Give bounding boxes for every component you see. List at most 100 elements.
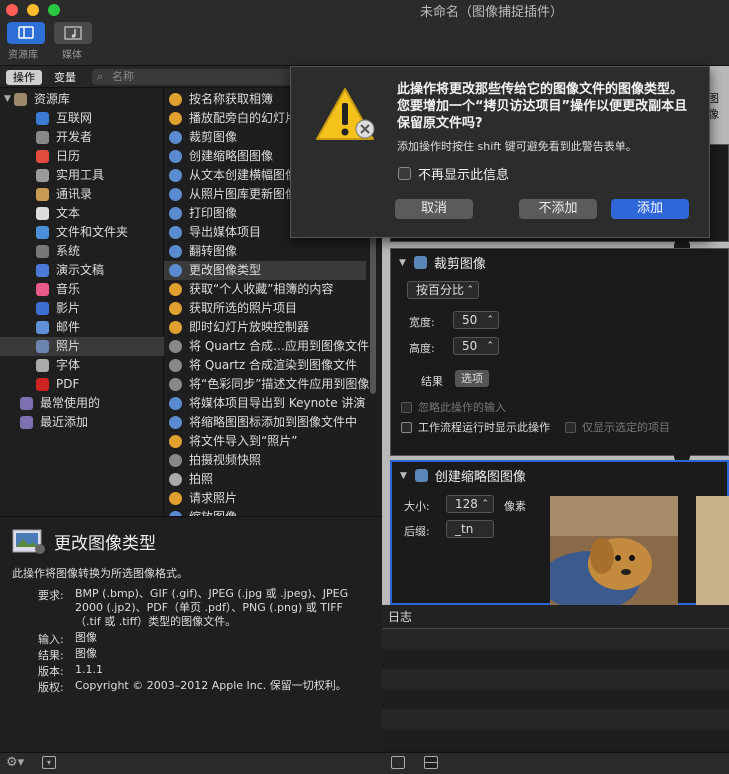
partial-card-text: 图像 — [708, 92, 719, 121]
description-summary: 此操作将图像转换为所选图像格式。 — [12, 567, 188, 580]
crop-image-action[interactable]: ▼ 裁剪图像 按百分比 ⌃ 宽度: 50 ⌃ 高度: 50 ⌃ 结果 选项 忽略此操作… — [390, 248, 729, 456]
toggle-description-icon[interactable]: ▾ — [42, 756, 56, 769]
music-note-icon — [64, 26, 82, 40]
library-toggle-button[interactable] — [7, 22, 45, 44]
show-when-run-checkbox[interactable]: 工作流程运行时显示此操作 — [401, 419, 550, 435]
action-icon — [169, 397, 182, 410]
action-item[interactable]: 将 Quartz 合成渲染到图像文件 — [164, 356, 366, 375]
library-item[interactable]: 文件和文件夹 — [0, 223, 164, 242]
log-row — [382, 649, 729, 669]
options-button[interactable]: 选项 — [455, 370, 489, 387]
library-item[interactable]: 实用工具 — [0, 166, 164, 185]
action-item[interactable]: 缩放图像 — [164, 508, 366, 516]
media-label: 媒体 — [62, 50, 82, 61]
action-icon — [169, 150, 182, 163]
height-stepper[interactable]: 50 ⌃ — [453, 337, 499, 355]
media-button[interactable] — [54, 22, 92, 44]
action-icon — [169, 226, 182, 239]
library-item[interactable]: 文本 — [0, 204, 164, 223]
ignore-input-checkbox[interactable]: 忽略此操作的输入 — [401, 399, 506, 415]
cancel-button[interactable]: 取消 — [395, 199, 473, 219]
crop-image-icon — [413, 256, 427, 269]
action-icon — [169, 454, 182, 467]
log-row — [382, 689, 729, 709]
library-item[interactable]: 系统 — [0, 242, 164, 261]
description-key: 结果: — [38, 649, 64, 662]
log-panel: 日志 — [382, 605, 729, 752]
action-item[interactable]: 将媒体项目导出到 Keynote 讲演 — [164, 394, 366, 413]
create-thumbnail-action[interactable]: ▼ 创建缩略图图像 大小: 128 ⌃ 像素 后缀: _tn — [390, 460, 729, 606]
add-button[interactable]: 添加 — [611, 199, 689, 219]
bottom-bar: ⚙▾ ▾ — [0, 752, 729, 774]
smart-folder-icon — [20, 397, 33, 410]
disclosure-down-icon[interactable]: ▼ — [400, 471, 407, 481]
library-column: ▼ 资源库 互联网 开发者 日历 实用工具 通讯录 文本 文件和文件夹 系统 演示文稿 音乐 影片邮… — [0, 88, 164, 516]
action-item[interactable]: 即时幻灯片放映控制器 — [164, 318, 366, 337]
close-window-button[interactable] — [6, 4, 18, 16]
checkbox-icon — [401, 421, 412, 433]
zoom-window-button[interactable] — [48, 4, 60, 16]
description-key: 版本: — [38, 665, 64, 678]
photos-icon — [36, 340, 49, 353]
dont-show-again-checkbox[interactable]: 不再显示此信息 — [398, 164, 509, 183]
smart-group-most-used[interactable]: 最常使用的 — [20, 394, 100, 413]
log-row — [382, 709, 729, 729]
action-item[interactable]: 将 Quartz 合成…应用到图像文件 — [164, 337, 369, 356]
tab-variables[interactable]: 变量 — [46, 70, 84, 85]
split-view-icon[interactable] — [424, 756, 438, 769]
action-item[interactable]: 拍摄视频快照 — [164, 451, 366, 470]
size-stepper[interactable]: 128 ⌃ — [446, 495, 494, 513]
updown-chevron-icon: ⌃ — [486, 341, 494, 351]
description-title: 更改图像类型 — [54, 534, 156, 554]
crop-mode-select[interactable]: 按百分比 ⌃ — [407, 281, 479, 299]
library-item[interactable]: 日历 — [0, 147, 164, 166]
mail-icon — [36, 321, 49, 334]
warning-icon — [316, 88, 375, 140]
minimize-window-button[interactable] — [27, 4, 39, 16]
action-item[interactable]: 请求照片 — [164, 489, 366, 508]
description-value: 图像 — [75, 631, 97, 644]
library-root[interactable]: ▼ 资源库 — [4, 90, 70, 109]
action-icon — [169, 283, 182, 296]
action-icon — [169, 93, 182, 106]
dont-add-button[interactable]: 不添加 — [519, 199, 597, 219]
library-item[interactable]: 邮件 — [0, 318, 164, 337]
disclosure-down-icon: ▼ — [4, 94, 11, 104]
library-item[interactable]: 字体 — [0, 356, 164, 375]
library-folder-icon — [13, 93, 27, 106]
library-item[interactable]: 开发者 — [0, 128, 164, 147]
action-item[interactable]: 更改图像类型 — [164, 261, 366, 280]
action-item[interactable]: 获取所选的照片项目 — [164, 299, 366, 318]
log-row — [382, 629, 729, 649]
action-item[interactable]: 将“色彩同步”描述文件应用到图像 — [164, 375, 369, 394]
description-panel: 更改图像类型 此操作将图像转换为所选图像格式。 要求: BMP (.bmp)、GI… — [0, 516, 382, 752]
library-item[interactable]: 音乐 — [0, 280, 164, 299]
only-selected-checkbox[interactable]: 仅显示选定的项目 — [565, 419, 670, 435]
music-icon — [36, 283, 49, 296]
suffix-field[interactable]: _tn — [446, 520, 494, 538]
list-view-icon[interactable] — [391, 756, 405, 769]
action-item[interactable]: 翻转图像 — [164, 242, 366, 261]
action-icon — [169, 188, 182, 201]
action-item[interactable]: 拍照 — [164, 470, 366, 489]
library-item[interactable]: 互联网 — [0, 109, 164, 128]
width-stepper[interactable]: 50 ⌃ — [453, 311, 499, 329]
disclosure-down-icon[interactable]: ▼ — [399, 258, 406, 268]
library-item[interactable]: PDF — [0, 375, 164, 394]
description-value: 1.1.1 — [75, 663, 103, 676]
dialog-message: 此操作将更改那些传给它的图像文件的图像类型。您要增加一个“拷贝访达项目”操作以便… — [397, 82, 688, 131]
updown-chevron-icon: ⌃ — [466, 285, 474, 295]
library-item[interactable]: 通讯录 — [0, 185, 164, 204]
action-item[interactable]: 获取“个人收藏”相簿的内容 — [164, 280, 366, 299]
action-item[interactable]: 将缩略图图标添加到图像文件中 — [164, 413, 366, 432]
library-item[interactable]: 影片 — [0, 299, 164, 318]
tab-actions[interactable]: 操作 — [6, 70, 42, 85]
smart-group-recent[interactable]: 最近添加 — [20, 413, 88, 432]
size-unit: 像素 — [504, 500, 526, 513]
sidebar-icon — [18, 26, 34, 39]
gear-menu-icon[interactable]: ⚙▾ — [6, 755, 24, 770]
library-item[interactable]: 演示文稿 — [0, 261, 164, 280]
library-item[interactable]: 照片 — [0, 337, 164, 356]
action-item[interactable]: 将文件导入到“照片” — [164, 432, 366, 451]
action-icon — [169, 492, 182, 505]
